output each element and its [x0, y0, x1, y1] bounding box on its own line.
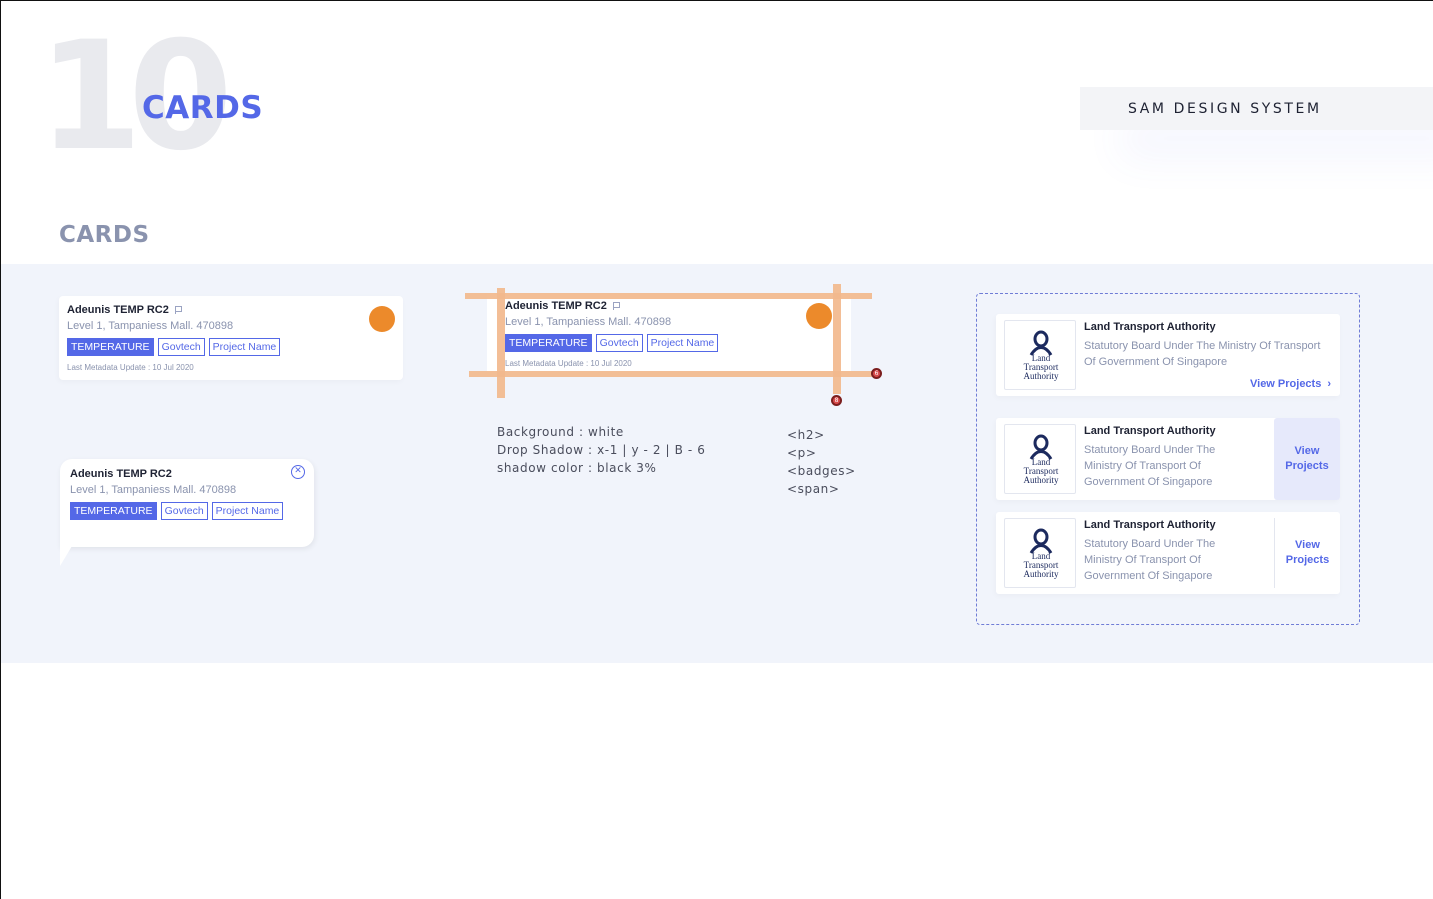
spec-card: Adeunis TEMP RC2 Level 1, Tampaniess Mal…: [487, 294, 851, 372]
org-card-group: Land Transport Authority Land Transport …: [976, 293, 1360, 625]
tag-h2: <h2>: [787, 428, 825, 442]
org-description: Statutory Board Under The Ministry Of Tr…: [1084, 338, 1320, 370]
org-name: Land Transport Authority: [1084, 321, 1216, 333]
card-title-row: Adeunis TEMP RC2: [67, 304, 280, 316]
design-system-label: SAM DESIGN SYSTEM: [1128, 100, 1322, 117]
badge-group: TEMPERATURE Govtech Project Name: [67, 338, 281, 356]
card-title: Adeunis TEMP RC2: [67, 304, 169, 316]
logo-line: Authority: [1024, 475, 1059, 485]
badge-project-name: Project Name: [646, 334, 719, 352]
view-projects-label: View Projects: [1250, 378, 1322, 390]
desc-line: Ministry Of Transport Of: [1084, 460, 1201, 472]
device-card[interactable]: Adeunis TEMP RC2 Level 1, Tampaniess Mal…: [59, 296, 403, 380]
spec-card-subtitle: Level 1, Tampaniess Mall. 470898: [505, 316, 672, 328]
lta-logo: Land Transport Authority: [1004, 320, 1076, 390]
spec-card-title-row: Adeunis TEMP RC2: [505, 300, 718, 312]
desc-line: Government Of Singapore: [1084, 476, 1213, 488]
badge-temperature: TEMPERATURE: [70, 502, 157, 520]
logo-line: Authority: [1024, 371, 1059, 381]
note-shadow: Drop Shadow : x-1 | y - 2 | B - 6: [497, 443, 706, 457]
design-system-tag: SAM DESIGN SYSTEM: [1080, 87, 1433, 130]
projects-label: Projects: [1285, 460, 1329, 472]
status-dot: [806, 303, 832, 329]
note-background: Background : white: [497, 425, 624, 439]
lta-logo: Land Transport Authority: [1004, 424, 1076, 494]
logo-line: Authority: [1024, 569, 1059, 579]
status-dot: [369, 306, 395, 332]
org-name: Land Transport Authority: [1084, 519, 1216, 531]
badge-govtech: Govtech: [157, 338, 205, 356]
badge-temperature: TEMPERATURE: [67, 338, 154, 356]
projects-label: Projects: [1285, 554, 1330, 566]
page-title: CARDS: [142, 90, 264, 126]
tag-badges: <badges>: [787, 464, 856, 478]
section-title: CARDS: [59, 222, 150, 248]
tooltip-card-title: Adeunis TEMP RC2: [70, 468, 304, 480]
desc-line: Statutory Board Under The: [1084, 538, 1216, 550]
tag-p: <p>: [787, 446, 817, 460]
card-meta: Last Metadata Update : 10 Jul 2020: [67, 363, 194, 372]
org-card[interactable]: Land Transport Authority Land Transport …: [996, 418, 1340, 500]
tooltip-badge-group: TEMPERATURE Govtech Project Name: [70, 502, 304, 520]
padding-marker: 8: [831, 395, 842, 406]
guide-right: [833, 284, 841, 394]
tooltip-card: Adeunis TEMP RC2 Level 1, Tampaniess Mal…: [60, 459, 314, 547]
note-shadow-color: shadow color : black 3%: [497, 461, 657, 475]
tooltip-card-subtitle: Level 1, Tampaniess Mall. 470898: [70, 484, 237, 496]
tooltip-card-title-text: Adeunis TEMP RC2: [70, 468, 172, 480]
tag-notes: <h2> <p> <badges> <span>: [787, 426, 856, 498]
guide-left: [497, 288, 505, 398]
desc-line: Statutory Board Under The: [1084, 444, 1216, 456]
spec-card-annotation: Adeunis TEMP RC2 Level 1, Tampaniess Mal…: [465, 284, 885, 409]
padding-marker: 6: [871, 368, 882, 379]
org-name: Land Transport Authority: [1084, 425, 1216, 437]
desc-line: Ministry Of Transport Of: [1084, 554, 1201, 566]
desc-line: Government Of Singapore: [1084, 570, 1213, 582]
close-circle-icon[interactable]: ✕: [291, 465, 305, 479]
lta-logo: Land Transport Authority: [1004, 518, 1076, 588]
guide-top: [465, 293, 872, 299]
spec-notes: Background : white Drop Shadow : x-1 | y…: [497, 423, 705, 477]
badge-project-name: Project Name: [208, 338, 281, 356]
badge-govtech: Govtech: [595, 334, 643, 352]
guide-bottom: [469, 371, 872, 377]
badge-temperature: TEMPERATURE: [505, 334, 592, 352]
spec-card-meta: Last Metadata Update : 10 Jul 2020: [505, 359, 632, 368]
org-card[interactable]: Land Transport Authority Land Transport …: [996, 512, 1340, 594]
spec-badge-group: TEMPERATURE Govtech Project Name: [505, 334, 719, 352]
chevron-right-icon: ›: [1327, 378, 1332, 390]
flag-icon: [612, 302, 620, 310]
spec-card-title: Adeunis TEMP RC2: [505, 300, 607, 312]
view-projects-button[interactable]: View Projects: [1274, 418, 1340, 500]
desc-line: Statutory Board Under The Ministry Of Tr…: [1084, 340, 1321, 352]
org-description: Statutory Board Under The Ministry Of Tr…: [1084, 536, 1215, 584]
badge-project-name: Project Name: [211, 502, 284, 520]
org-description: Statutory Board Under The Ministry Of Tr…: [1084, 442, 1215, 490]
tag-span: <span>: [787, 482, 840, 496]
view-projects-link[interactable]: View Projects ›: [1250, 378, 1331, 390]
card-subtitle: Level 1, Tampaniess Mall. 470898: [67, 320, 234, 332]
view-label: View: [1295, 539, 1320, 551]
view-projects-button[interactable]: View Projects: [1274, 518, 1340, 588]
desc-line: Of Government Of Singapore: [1084, 356, 1228, 368]
org-card[interactable]: Land Transport Authority Land Transport …: [996, 314, 1340, 396]
flag-icon[interactable]: [174, 306, 182, 314]
view-label: View: [1294, 445, 1320, 457]
badge-govtech: Govtech: [160, 502, 208, 520]
